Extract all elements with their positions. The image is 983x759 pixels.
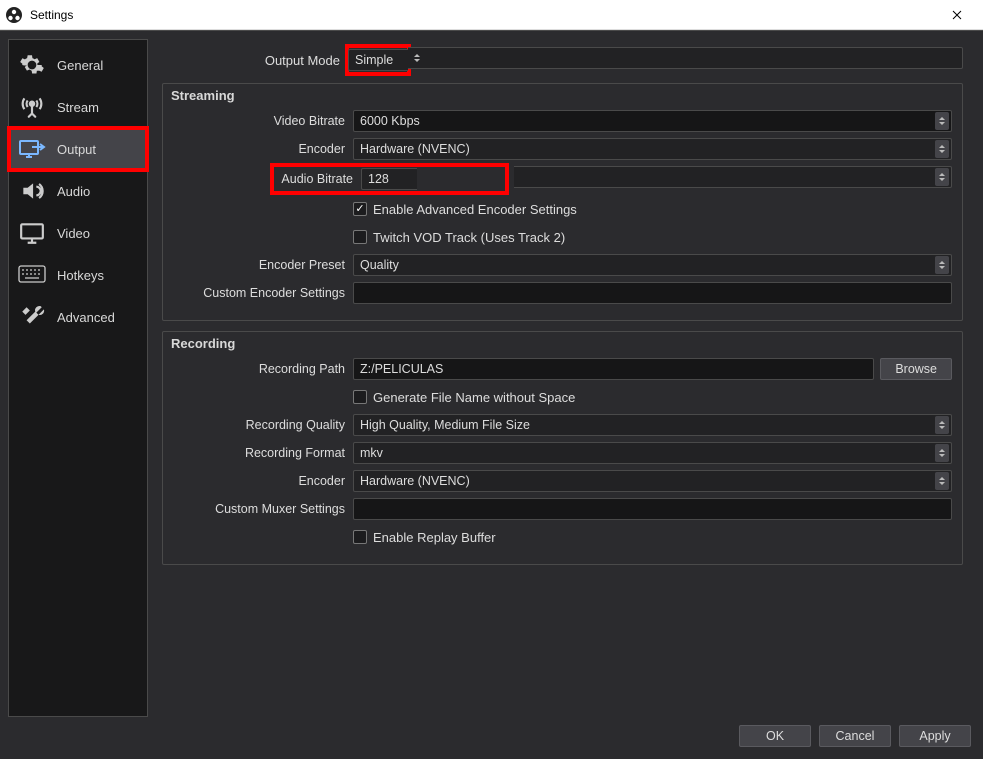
updown-icon xyxy=(935,472,949,490)
updown-icon xyxy=(935,256,949,274)
custom-muxer-textbox[interactable] xyxy=(353,498,952,520)
advanced-encoder-checkbox[interactable]: Enable Advanced Encoder Settings xyxy=(353,202,952,217)
recording-path-textbox[interactable]: Z:/PELICULAS xyxy=(353,358,874,380)
close-button[interactable] xyxy=(935,0,979,30)
audio-bitrate-highlight: Audio Bitrate 128 xyxy=(273,166,506,192)
audio-bitrate-label: Audio Bitrate xyxy=(273,172,353,186)
recording-format-combobox[interactable]: mkv xyxy=(353,442,952,464)
custom-muxer-label: Custom Muxer Settings xyxy=(173,502,345,516)
replay-buffer-label: Enable Replay Buffer xyxy=(373,530,496,545)
checkbox-icon xyxy=(353,530,367,544)
sidebar-item-label: Video xyxy=(57,226,90,241)
no-space-checkbox[interactable]: Generate File Name without Space xyxy=(353,390,952,405)
browse-button[interactable]: Browse xyxy=(880,358,952,380)
sidebar-item-advanced[interactable]: Advanced xyxy=(9,296,147,338)
recording-title: Recording xyxy=(171,336,235,351)
apply-button[interactable]: Apply xyxy=(899,725,971,747)
output-icon xyxy=(17,134,47,164)
recording-quality-value: High Quality, Medium File Size xyxy=(360,418,530,432)
sidebar-item-stream[interactable]: Stream xyxy=(9,86,147,128)
updown-icon xyxy=(935,416,949,434)
recording-format-label: Recording Format xyxy=(173,446,345,460)
recording-path-value: Z:/PELICULAS xyxy=(360,362,443,376)
checkbox-icon xyxy=(353,230,367,244)
sidebar-item-general[interactable]: General xyxy=(9,44,147,86)
settings-body: General Stream Output Audio xyxy=(0,30,983,759)
streaming-encoder-label: Encoder xyxy=(173,142,345,156)
output-mode-combobox-ext[interactable] xyxy=(408,47,963,69)
twitch-vod-label: Twitch VOD Track (Uses Track 2) xyxy=(373,230,565,245)
cancel-button[interactable]: Cancel xyxy=(819,725,891,747)
sidebar-item-label: Output xyxy=(57,142,96,157)
updown-icon xyxy=(414,54,420,62)
updown-icon xyxy=(935,112,949,130)
recording-encoder-combobox[interactable]: Hardware (NVENC) xyxy=(353,470,952,492)
encoder-preset-combobox[interactable]: Quality xyxy=(353,254,952,276)
twitch-vod-checkbox[interactable]: Twitch VOD Track (Uses Track 2) xyxy=(353,230,952,245)
video-bitrate-spinbox[interactable]: 6000 Kbps xyxy=(353,110,952,132)
ok-button[interactable]: OK xyxy=(739,725,811,747)
output-mode-row: Output Mode Simple xyxy=(162,47,963,73)
dialog-button-bar: OK Cancel Apply xyxy=(8,717,975,751)
updown-icon xyxy=(935,140,949,158)
sidebar-item-label: Advanced xyxy=(57,310,115,325)
sidebar: General Stream Output Audio xyxy=(8,39,148,717)
sidebar-item-label: Audio xyxy=(57,184,90,199)
monitor-icon xyxy=(17,218,47,248)
checkbox-icon xyxy=(353,202,367,216)
audio-bitrate-combobox[interactable]: 128 xyxy=(361,168,417,190)
encoder-preset-label: Encoder Preset xyxy=(173,258,345,272)
replay-buffer-checkbox[interactable]: Enable Replay Buffer xyxy=(353,530,952,545)
custom-encoder-textbox[interactable] xyxy=(353,282,952,304)
tools-icon xyxy=(17,302,47,332)
sidebar-item-output[interactable]: Output xyxy=(9,128,147,170)
recording-encoder-value: Hardware (NVENC) xyxy=(360,474,470,488)
encoder-preset-value: Quality xyxy=(360,258,399,272)
sidebar-item-label: General xyxy=(57,58,103,73)
no-space-label: Generate File Name without Space xyxy=(373,390,575,405)
recording-quality-label: Recording Quality xyxy=(173,418,345,432)
checkbox-icon xyxy=(353,390,367,404)
output-mode-value: Simple xyxy=(355,53,393,67)
broadcast-icon xyxy=(17,92,47,122)
app-icon xyxy=(4,5,24,25)
recording-quality-combobox[interactable]: High Quality, Medium File Size xyxy=(353,414,952,436)
custom-encoder-label: Custom Encoder Settings xyxy=(173,286,345,300)
window-title: Settings xyxy=(30,8,73,22)
output-mode-label: Output Mode xyxy=(162,53,340,68)
updown-icon xyxy=(935,168,949,186)
recording-format-value: mkv xyxy=(360,446,383,460)
streaming-group: Streaming Video Bitrate 6000 Kbps Encode… xyxy=(162,83,963,321)
content-area: Output Mode Simple Streaming Video xyxy=(148,39,975,717)
video-bitrate-label: Video Bitrate xyxy=(173,114,345,128)
gear-icon xyxy=(17,50,47,80)
streaming-encoder-combobox[interactable]: Hardware (NVENC) xyxy=(353,138,952,160)
advanced-encoder-label: Enable Advanced Encoder Settings xyxy=(373,202,577,217)
streaming-encoder-value: Hardware (NVENC) xyxy=(360,142,470,156)
video-bitrate-value: 6000 Kbps xyxy=(360,114,420,128)
sidebar-item-video[interactable]: Video xyxy=(9,212,147,254)
keyboard-icon xyxy=(17,260,47,290)
sidebar-item-hotkeys[interactable]: Hotkeys xyxy=(9,254,147,296)
sidebar-item-label: Stream xyxy=(57,100,99,115)
recording-path-label: Recording Path xyxy=(173,362,345,376)
titlebar: Settings xyxy=(0,0,983,30)
sidebar-item-label: Hotkeys xyxy=(57,268,104,283)
output-mode-combobox[interactable]: Simple xyxy=(348,49,408,71)
streaming-title: Streaming xyxy=(171,88,235,103)
recording-group: Recording Recording Path Z:/PELICULAS Br… xyxy=(162,331,963,565)
updown-icon xyxy=(935,444,949,462)
audio-bitrate-value: 128 xyxy=(368,172,389,186)
audio-bitrate-combobox-ext[interactable] xyxy=(514,166,952,188)
recording-encoder-label: Encoder xyxy=(173,474,345,488)
speaker-icon xyxy=(17,176,47,206)
sidebar-item-audio[interactable]: Audio xyxy=(9,170,147,212)
